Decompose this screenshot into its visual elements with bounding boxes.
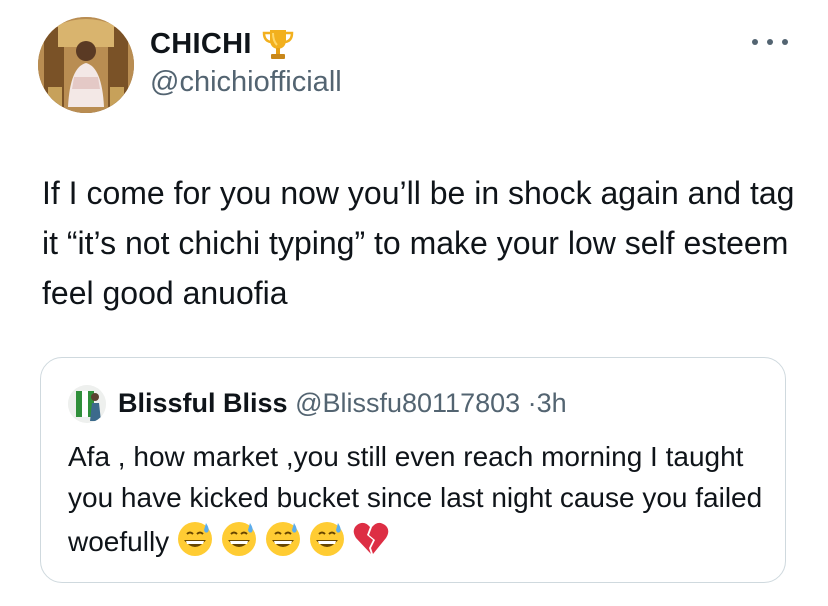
author-display-name[interactable]: CHICHI xyxy=(150,28,252,61)
quoted-display-name[interactable]: Blissful Bliss xyxy=(118,388,288,418)
quoted-tweet-body: Afa , how market ,you still even reach m… xyxy=(68,436,768,562)
quoted-timestamp[interactable]: 3h xyxy=(537,388,567,418)
quoted-handle[interactable]: @Blissfu80117803 xyxy=(295,388,528,418)
quoted-author-avatar[interactable] xyxy=(68,385,106,423)
grinning-sweat-emoji xyxy=(266,522,301,556)
quoted-tweet-card[interactable]: Blissful Bliss @Blissfu80117803 ·3h Afa … xyxy=(40,357,786,583)
grinning-sweat-emoji xyxy=(178,522,213,556)
quoted-tweet-text: Afa , how market ,you still even reach m… xyxy=(68,441,763,557)
emoji-row xyxy=(175,518,391,558)
author-name-row: CHICHI xyxy=(150,26,296,62)
more-dot xyxy=(767,39,773,45)
grinning-sweat-emoji xyxy=(310,522,345,556)
quoted-tweet-header: Blissful Bliss @Blissfu80117803 ·3h xyxy=(118,388,567,419)
tweet-text: If I come for you now you’ll be in shock… xyxy=(42,175,804,311)
avatar-photo xyxy=(68,385,106,423)
trophy-icon xyxy=(262,30,293,59)
grinning-sweat-emoji xyxy=(222,522,257,556)
avatar-photo xyxy=(38,17,134,113)
more-options-icon[interactable] xyxy=(752,30,788,54)
broken-heart-emoji xyxy=(353,522,389,554)
more-dot xyxy=(782,39,788,45)
author-avatar[interactable] xyxy=(38,17,134,113)
more-dot xyxy=(752,39,758,45)
separator-dot: · xyxy=(527,388,537,418)
author-handle[interactable]: @chichiofficiall xyxy=(150,66,342,99)
